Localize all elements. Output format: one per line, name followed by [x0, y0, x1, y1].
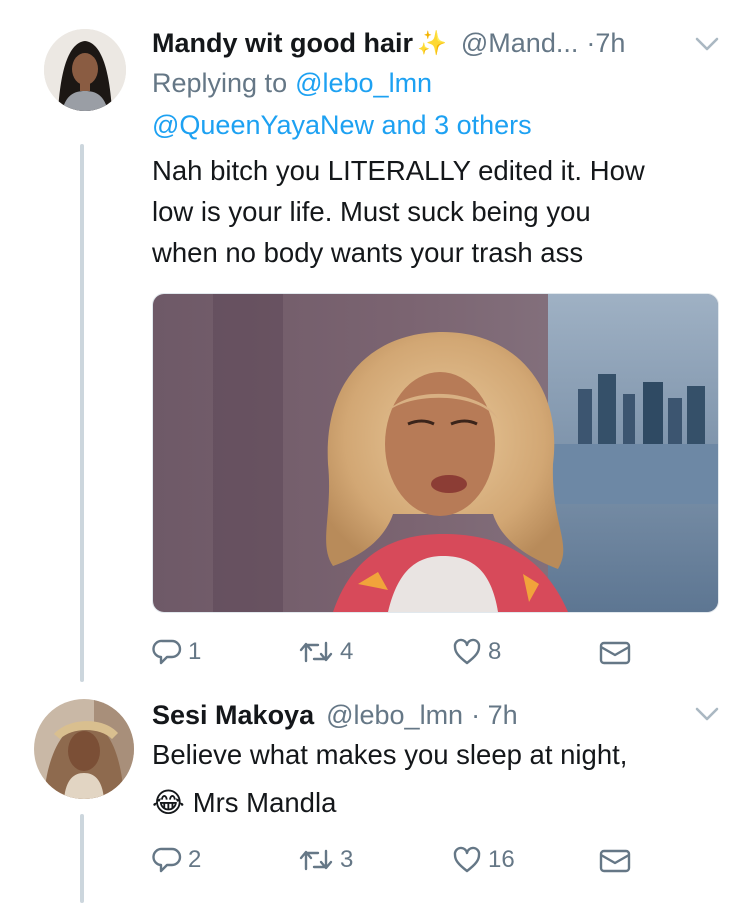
direct-message-action[interactable] [598, 640, 632, 666]
tweet-text-line: Mrs Mandla [192, 787, 337, 818]
message-icon [599, 641, 631, 665]
message-icon [599, 849, 631, 873]
avatar-mandy[interactable] [44, 29, 126, 111]
retweet-action[interactable]: 3 [298, 846, 353, 874]
avatar-portrait [44, 29, 126, 111]
heart-icon [453, 846, 481, 873]
direct-message-action[interactable] [598, 848, 632, 874]
reply-action[interactable]: 2 [152, 846, 201, 874]
tweet-text-line: low is your life. Must suck being you [152, 196, 591, 227]
avatar-portrait [34, 699, 134, 799]
tweet-time[interactable]: · 7h [471, 700, 518, 731]
chevron-down-icon[interactable] [694, 706, 720, 727]
reply-icon [152, 847, 182, 873]
retweet-count: 4 [340, 638, 354, 665]
author-name[interactable]: Mandy wit good hair [152, 28, 413, 59]
tweet-text-line: Believe what makes you sleep at night, [152, 739, 628, 770]
retweet-icon [299, 641, 333, 663]
retweet-icon [299, 849, 333, 871]
author-handle[interactable]: @Mand... [461, 28, 578, 59]
laughing-emoji: 😂 [152, 787, 185, 818]
chevron-down-icon[interactable] [694, 36, 720, 57]
heart-icon [453, 638, 481, 665]
reply-count: 2 [188, 846, 202, 873]
like-count: 16 [488, 846, 515, 873]
reply-mention-1[interactable]: @lebo_lmn [295, 68, 432, 99]
tweet-time[interactable]: ·7h [586, 28, 625, 59]
like-count: 8 [488, 638, 502, 665]
thread-line-1 [80, 144, 84, 682]
author-name[interactable]: Sesi Makoya [152, 700, 314, 731]
thread-line-2 [80, 814, 84, 903]
retweet-count: 3 [340, 846, 354, 873]
avatar-sesi[interactable] [34, 699, 134, 799]
retweet-action[interactable]: 4 [298, 638, 353, 666]
media-photo [153, 294, 718, 612]
sparkles-emoji: ✨ [417, 30, 447, 57]
replying-to-label: Replying to [152, 68, 288, 98]
like-action[interactable]: 8 [452, 638, 501, 666]
tweet-media-image[interactable] [152, 293, 719, 613]
like-action[interactable]: 16 [452, 846, 515, 874]
reply-icon [152, 639, 182, 665]
reply-mention-2[interactable]: @QueenYayaNew and 3 others [152, 110, 532, 141]
tweet-text-line: Nah bitch you LITERALLY edited it. How [152, 155, 645, 186]
tweet-text: Nah bitch you LITERALLY edited it. How l… [152, 150, 732, 273]
author-handle[interactable]: @lebo_lmn [326, 700, 463, 731]
reply-count: 1 [188, 638, 202, 665]
tweet-text: 😂 Mrs Mandla [152, 782, 336, 823]
reply-action[interactable]: 1 [152, 638, 201, 666]
tweet-text-line: when no body wants your trash ass [152, 237, 584, 268]
